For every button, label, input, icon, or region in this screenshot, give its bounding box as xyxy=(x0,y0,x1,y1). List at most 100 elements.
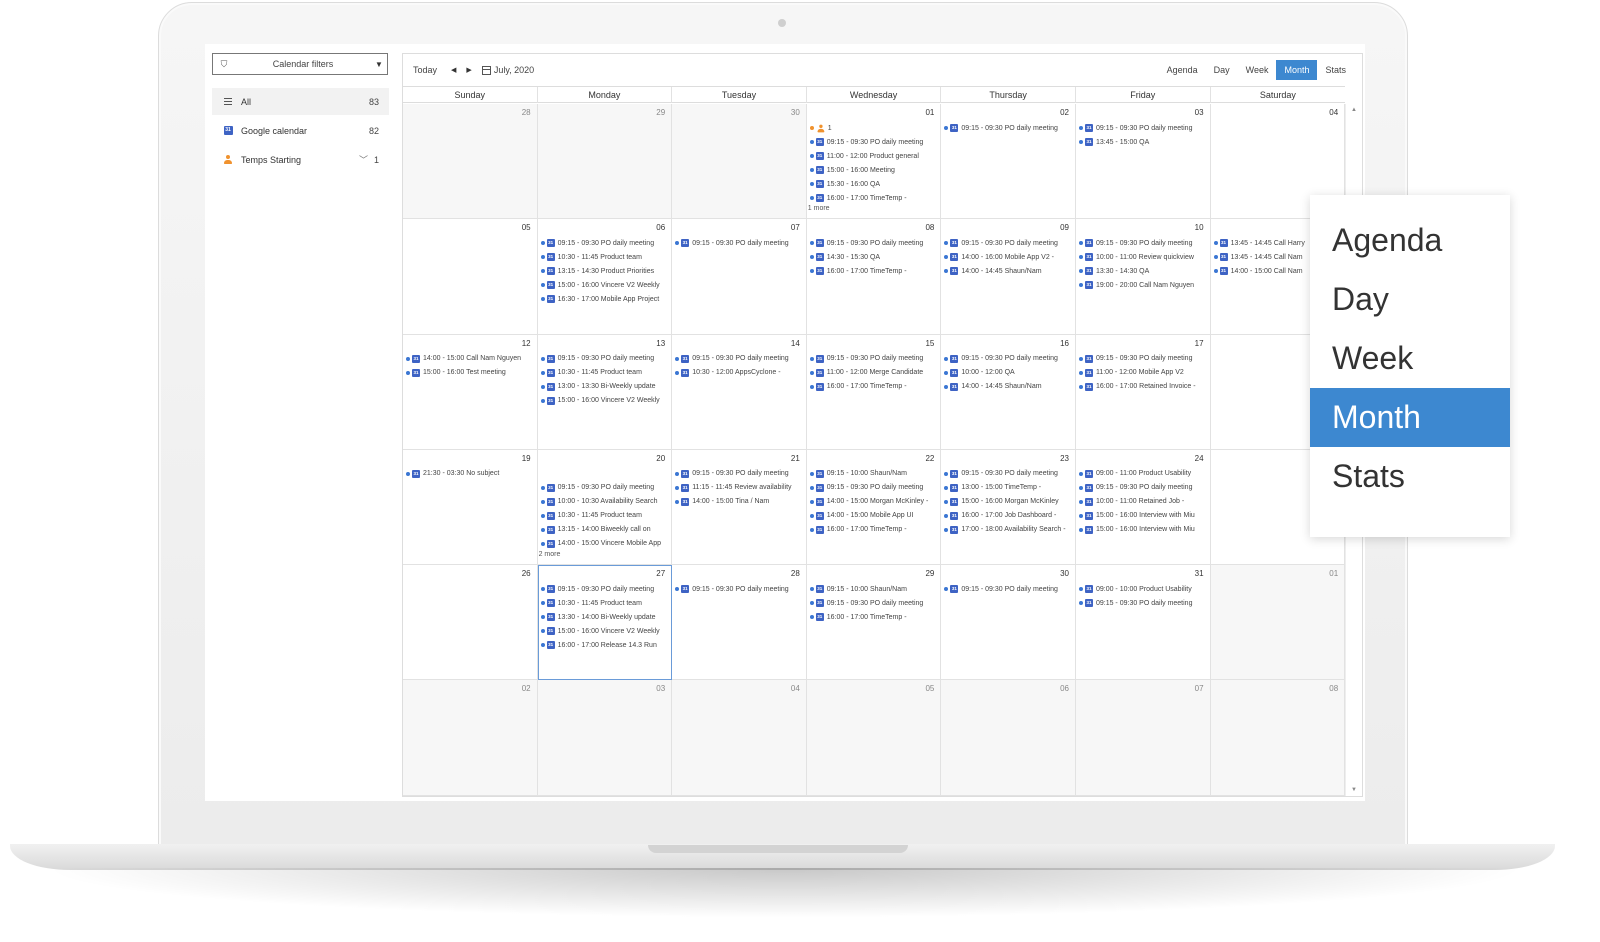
calendar-event[interactable]: 31 13:00 - 13:30 Bi-Weekly update xyxy=(538,380,672,394)
calendar-event[interactable]: 31 10:30 - 12:00 AppsCyclone - xyxy=(672,366,806,380)
more-events-link[interactable]: 1 more xyxy=(807,205,941,212)
calendar-event[interactable]: 31 16:00 - 17:00 Retained Invoice - xyxy=(1076,380,1210,394)
calendar-event[interactable]: 31 09:15 - 09:30 PO daily meeting xyxy=(1076,596,1210,610)
day-cell[interactable]: 29 31 09:15 - 10:00 Shaun/Nam 31 09:15 - 09:… xyxy=(806,565,942,681)
day-cell[interactable]: 17 31 09:15 - 09:30 PO daily meeting 31 11:0… xyxy=(1075,334,1211,450)
day-cell[interactable]: 12 31 14:00 - 15:00 Call Nam Nguyen 31 15:00… xyxy=(403,334,538,450)
calendar-event[interactable]: 31 09:15 - 09:30 PO daily meeting xyxy=(672,352,806,366)
calendar-event[interactable]: 31 09:15 - 09:30 PO daily meeting xyxy=(672,582,806,596)
calendar-event[interactable]: 31 16:30 - 17:00 Mobile App Project xyxy=(538,292,672,306)
calendar-event[interactable]: 31 09:15 - 09:30 PO daily meeting xyxy=(941,582,1075,596)
calendar-event[interactable]: 31 09:15 - 09:30 PO daily meeting xyxy=(672,236,806,250)
calendar-event[interactable]: 31 11:15 - 11:45 Review availability xyxy=(672,481,806,495)
day-cell[interactable]: 30 xyxy=(672,104,807,220)
day-cell[interactable]: 14 31 09:15 - 09:30 PO daily meeting 31 10:3… xyxy=(672,334,807,450)
calendar-event[interactable]: 31 10:00 - 11:00 Review quickview xyxy=(1076,250,1210,264)
calendar-event[interactable]: 31 09:15 - 09:30 PO daily meeting xyxy=(807,135,941,149)
calendar-event[interactable]: 31 09:15 - 09:30 PO daily meeting xyxy=(1076,352,1210,366)
day-cell[interactable]: 04 xyxy=(672,680,807,796)
next-month-icon[interactable]: ▶ xyxy=(466,66,471,74)
day-cell[interactable]: 10 31 09:15 - 09:30 PO daily meeting 31 10:0… xyxy=(1075,219,1211,335)
calendar-event[interactable]: 31 14:00 - 15:00 Vincere Mobile App xyxy=(538,537,672,551)
menu-item-week[interactable]: Week xyxy=(1310,329,1510,388)
day-cell[interactable]: 21 31 09:15 - 09:30 PO daily meeting 31 11:1… xyxy=(672,449,807,566)
day-cell[interactable]: 03 xyxy=(537,680,673,796)
menu-item-month[interactable]: Month xyxy=(1310,388,1510,447)
sidebar-item-all[interactable]: All 83 xyxy=(212,88,389,115)
scroll-down-icon[interactable]: ▼ xyxy=(1351,787,1357,793)
day-cell[interactable]: 16 31 09:15 - 09:30 PO daily meeting 31 10:0… xyxy=(941,334,1076,450)
calendar-event[interactable]: 31 09:15 - 10:00 Shaun/Nam xyxy=(807,467,941,481)
day-cell[interactable]: 02 31 09:15 - 09:30 PO daily meeting xyxy=(941,104,1076,220)
calendar-event[interactable]: 31 09:15 - 09:30 PO daily meeting xyxy=(941,352,1075,366)
calendar-event[interactable]: 31 09:15 - 09:30 PO daily meeting xyxy=(538,236,672,250)
day-cell[interactable]: 05 xyxy=(806,680,942,796)
calendar-event[interactable]: 31 09:15 - 09:30 PO daily meeting xyxy=(941,121,1075,135)
view-stats-button[interactable]: Stats xyxy=(1317,60,1354,80)
calendar-event[interactable]: 31 16:00 - 17:00 TimeTemp - xyxy=(807,191,941,205)
calendar-event[interactable]: 31 16:00 - 17:00 Job Dashboard - xyxy=(941,509,1075,523)
calendar-event[interactable]: 31 17:00 - 18:00 Availability Search - xyxy=(941,523,1075,537)
calendar-event[interactable]: 31 09:15 - 09:30 PO daily meeting xyxy=(538,352,672,366)
day-cell[interactable]: 26 xyxy=(403,565,538,681)
day-cell[interactable]: 06 31 09:15 - 09:30 PO daily meeting 31 10:3… xyxy=(537,219,673,335)
calendar-event[interactable]: 31 15:00 - 16:00 Morgan McKinley xyxy=(941,495,1075,509)
calendar-event[interactable]: 31 10:00 - 12:00 QA xyxy=(941,366,1075,380)
calendar-event[interactable]: 31 09:15 - 10:00 Shaun/Nam xyxy=(807,582,941,596)
calendar-event[interactable]: 31 11:00 - 12:00 Product general xyxy=(807,149,941,163)
day-cell[interactable]: 28 31 09:15 - 09:30 PO daily meeting xyxy=(672,565,807,681)
today-button[interactable]: Today xyxy=(413,65,437,75)
calendar-event[interactable]: 31 16:00 - 17:00 TimeTemp - xyxy=(807,523,941,537)
day-cell[interactable]: 30 31 09:15 - 09:30 PO daily meeting xyxy=(941,565,1076,681)
day-cell[interactable]: 02 xyxy=(403,680,538,796)
menu-item-stats[interactable]: Stats xyxy=(1310,447,1510,506)
sidebar-item-google-calendar[interactable]: 31 Google calendar 82 xyxy=(212,117,389,144)
view-day-button[interactable]: Day xyxy=(1206,60,1238,80)
calendar-event[interactable]: 31 14:00 - 14:45 Shaun/Nam xyxy=(941,380,1075,394)
calendar-event[interactable]: 31 13:30 - 14:00 Bi-Weekly update xyxy=(538,610,672,624)
chevron-down-icon[interactable]: ﹀ xyxy=(359,153,368,166)
calendar-event[interactable]: 31 11:00 - 12:00 Mobile App V2 xyxy=(1076,366,1210,380)
more-events-link[interactable]: 2 more xyxy=(538,551,672,558)
calendar-event[interactable]: 31 15:00 - 16:00 Vincere V2 Weekly xyxy=(538,278,672,292)
calendar-event[interactable]: 31 21:30 - 03:30 No subject xyxy=(403,467,537,481)
calendar-event[interactable]: 31 14:00 - 15:00 Call Nam Nguyen xyxy=(403,352,537,366)
day-cell[interactable]: 03 31 09:15 - 09:30 PO daily meeting 31 13:4… xyxy=(1075,104,1211,220)
calendar-event[interactable]: 31 09:15 - 09:30 PO daily meeting xyxy=(807,596,941,610)
calendar-event[interactable]: 31 14:00 - 15:00 Tina / Nam xyxy=(672,495,806,509)
day-cell[interactable]: 13 31 09:15 - 09:30 PO daily meeting 31 10:3… xyxy=(537,334,673,450)
calendar-event[interactable]: 31 09:15 - 09:30 PO daily meeting xyxy=(538,481,672,495)
day-cell[interactable]: 01 1 31 09:15 - 09:30 PO daily meeting 31 11:… xyxy=(806,104,942,220)
day-cell[interactable]: 08 xyxy=(1210,680,1346,796)
calendar-event[interactable]: 31 09:15 - 09:30 PO daily meeting xyxy=(807,481,941,495)
calendar-event[interactable]: 31 10:00 - 10:30 Availability Search xyxy=(538,495,672,509)
calendar-event[interactable]: 31 16:00 - 17:00 TimeTemp - xyxy=(807,610,941,624)
calendar-event[interactable]: 31 10:00 - 11:00 Retained Job - xyxy=(1076,495,1210,509)
day-cell[interactable]: 23 31 09:15 - 09:30 PO daily meeting 31 13:0… xyxy=(941,449,1076,566)
day-cell[interactable]: 15 31 09:15 - 09:30 PO daily meeting 31 11:0… xyxy=(806,334,942,450)
day-cell[interactable]: 22 31 09:15 - 10:00 Shaun/Nam 31 09:15 - 09:… xyxy=(806,449,942,566)
calendar-event[interactable]: 31 09:15 - 09:30 PO daily meeting xyxy=(1076,236,1210,250)
calendar-event[interactable]: 31 15:00 - 16:00 Test meeting xyxy=(403,366,537,380)
calendar-event[interactable]: 31 09:15 - 09:30 PO daily meeting xyxy=(672,467,806,481)
day-cell[interactable]: 24 31 09:00 - 11:00 Product Usability 31 09:… xyxy=(1075,449,1211,566)
day-cell[interactable]: 05 xyxy=(403,219,538,335)
sidebar-item-temps-starting[interactable]: Temps Starting ﹀ 1 xyxy=(212,146,389,173)
calendar-filters-select[interactable]: ⛉ Calendar filters ▼ xyxy=(212,53,388,75)
prev-month-icon[interactable]: ◀ xyxy=(451,66,456,74)
calendar-event[interactable]: 31 09:15 - 09:30 PO daily meeting xyxy=(807,236,941,250)
calendar-event[interactable]: 31 15:00 - 16:00 Vincere V2 Weekly xyxy=(538,624,672,638)
calendar-event[interactable]: 1 xyxy=(807,121,941,135)
day-cell[interactable]: 29 xyxy=(537,104,673,220)
calendar-event[interactable]: 31 15:00 - 16:00 Vincere V2 Weekly xyxy=(538,394,672,408)
calendar-event[interactable]: 31 09:00 - 10:00 Product Usability xyxy=(1076,582,1210,596)
calendar-event[interactable]: 31 14:30 - 15:30 QA xyxy=(807,250,941,264)
day-cell[interactable]: 01 xyxy=(1210,565,1346,681)
day-cell[interactable]: 28 xyxy=(403,104,538,220)
day-cell[interactable]: 09 31 09:15 - 09:30 PO daily meeting 31 14:0… xyxy=(941,219,1076,335)
menu-item-day[interactable]: Day xyxy=(1310,270,1510,329)
calendar-event[interactable]: 31 10:30 - 11:45 Product team xyxy=(538,509,672,523)
calendar-event[interactable]: 31 14:00 - 14:45 Shaun/Nam xyxy=(941,264,1075,278)
calendar-event[interactable]: 31 09:15 - 09:30 PO daily meeting xyxy=(1076,121,1210,135)
day-cell[interactable]: 07 31 09:15 - 09:30 PO daily meeting xyxy=(672,219,807,335)
